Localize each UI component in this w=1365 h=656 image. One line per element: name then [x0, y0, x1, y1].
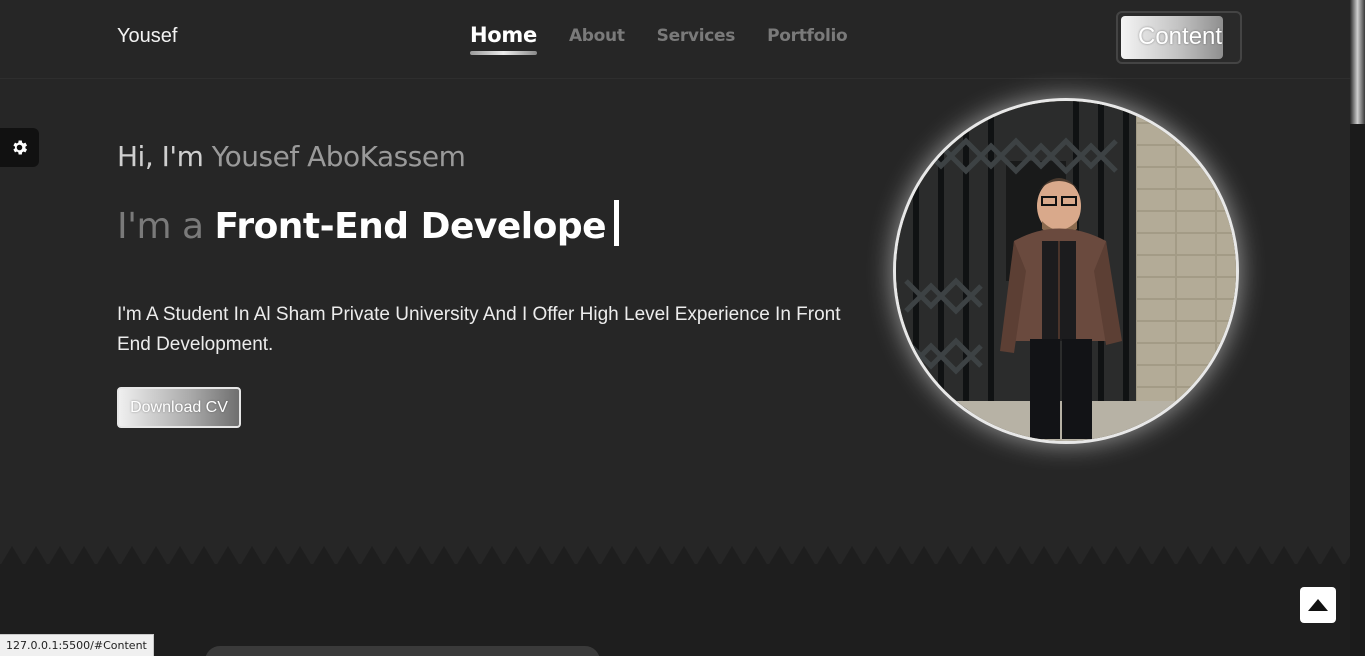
greeting-name: Yousef AboKassem	[211, 140, 466, 173]
download-cv-button[interactable]: Download CV	[117, 387, 241, 428]
zigzag-divider	[0, 546, 1350, 566]
hero-greeting: Hi, I'm Yousef AboKassem	[117, 140, 466, 173]
site-header: Yousef Home About Services Portfolio Con…	[0, 0, 1350, 79]
role-prefix: I'm a	[117, 206, 215, 247]
greeting-start: Hi, I'm	[117, 140, 212, 173]
profile-photo	[893, 98, 1239, 444]
settings-button[interactable]	[0, 128, 39, 167]
page-scrollbar[interactable]	[1350, 0, 1365, 656]
scrollbar-thumb[interactable]	[1350, 0, 1365, 124]
nav-link-services[interactable]: Services	[657, 26, 736, 46]
role-typed-text: Front-End Develope	[214, 206, 607, 247]
nav-link-portfolio[interactable]: Portfolio	[767, 26, 848, 46]
content-button[interactable]: Content	[1116, 11, 1242, 64]
typing-caret	[614, 200, 620, 246]
main-nav: Home About Services Portfolio	[470, 23, 879, 55]
section-pill	[205, 646, 600, 656]
back-to-top-button[interactable]	[1300, 587, 1336, 623]
profile-photo-illustration	[896, 101, 1236, 441]
page: Yousef Home About Services Portfolio Con…	[0, 0, 1365, 656]
hero-bio: I'm A Student In Al Sham Private Univers…	[117, 304, 841, 355]
caret-up-icon	[1308, 599, 1328, 611]
content-button-label: Content	[1138, 23, 1223, 50]
hero-role: I'm a Front-End Develope	[117, 200, 620, 247]
nav-link-home[interactable]: Home	[470, 23, 537, 55]
status-bar-url: 127.0.0.1:5500/#Content	[0, 634, 154, 656]
gear-icon	[13, 140, 28, 155]
nav-link-about[interactable]: About	[569, 26, 625, 46]
brand-logo[interactable]: Yousef	[117, 25, 177, 48]
next-section	[0, 564, 1350, 656]
